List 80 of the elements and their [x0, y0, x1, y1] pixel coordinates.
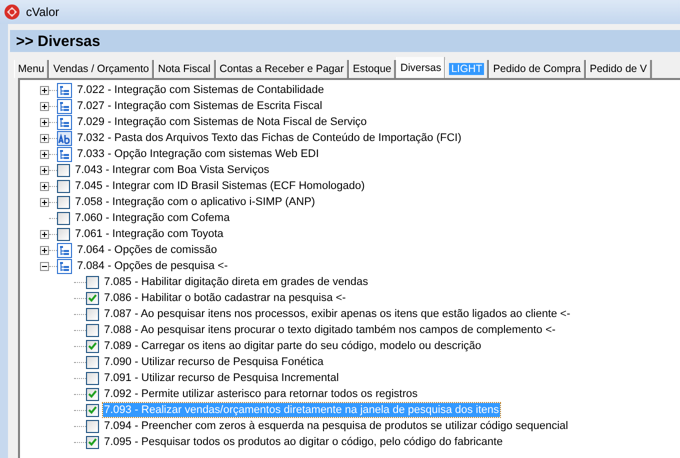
tree-list-icon: [57, 258, 72, 274]
tree-item[interactable]: 7.092 - Permite utilizar asterisco para retornar todos os registros: [103, 387, 419, 401]
tree-item[interactable]: 7.061 - Integração com Toyota: [74, 227, 224, 241]
checkbox[interactable]: [57, 212, 70, 224]
plus-icon: [41, 86, 48, 94]
plus-icon: [41, 150, 48, 158]
plus-icon: [41, 246, 48, 254]
plus-icon: [41, 134, 48, 142]
checkbox[interactable]: [86, 388, 99, 400]
plus-icon: [41, 230, 48, 238]
tree-item[interactable]: 7.027 - Integração com Sistemas de Escrita Fiscal: [76, 99, 324, 113]
expand-toggle[interactable]: [40, 86, 49, 94]
expand-toggle[interactable]: [40, 118, 49, 126]
tab[interactable]: Menu: [14, 60, 50, 78]
checkbox[interactable]: [86, 340, 99, 352]
tree-item[interactable]: 7.089 - Carregar os itens ao digitar parte do seu código, modelo ou descrição: [103, 339, 482, 353]
expand-toggle[interactable]: [40, 198, 49, 206]
tree-item[interactable]: 7.064 - Opções de comissão: [76, 243, 218, 257]
tree-item[interactable]: 7.084 - Opções de pesquisa <-: [76, 259, 229, 273]
checkbox[interactable]: [86, 404, 99, 416]
collapse-toggle[interactable]: [40, 262, 49, 270]
checkbox[interactable]: [86, 436, 99, 448]
expand-toggle[interactable]: [40, 102, 49, 110]
tree-item[interactable]: 7.091 - Utilizar recurso de Pesquisa Incremental: [103, 371, 340, 385]
plus-icon: [41, 182, 48, 190]
expand-toggle[interactable]: [40, 134, 49, 142]
tree-item[interactable]: 7.086 - Habilitar o botão cadastrar na pesquisa <-: [103, 291, 347, 305]
check-icon: [88, 342, 97, 350]
plus-icon: [41, 118, 48, 126]
check-icon: [88, 294, 97, 302]
checkbox[interactable]: [86, 324, 99, 336]
checkbox[interactable]: [86, 292, 99, 304]
tree-item[interactable]: 7.094 - Preencher com zeros à esquerda na pesquisa de produtos se utilizar código sequencial: [103, 419, 570, 433]
plus-icon: [41, 198, 48, 206]
window-title: cValor: [26, 5, 60, 19]
plus-icon: [41, 166, 48, 174]
tree-item[interactable]: 7.022 - Integração com Sistemas de Contabilidade: [76, 83, 326, 97]
tree-list-icon: [57, 242, 72, 258]
tree-item[interactable]: 7.032 - Pasta dos Arquivos Texto das Fichas de Conteúdo de Importação (FCI): [76, 131, 462, 145]
text-field-icon: [57, 130, 72, 146]
plus-icon: [41, 102, 48, 110]
check-icon: [88, 438, 97, 446]
tree-item[interactable]: 7.087 - Ao pesquisar itens nos processos, exibir apenas os itens que estão ligados ao cliente <-: [103, 307, 572, 321]
checkbox[interactable]: [57, 196, 70, 208]
tree-item[interactable]: 7.088 - Ao pesquisar itens procurar o texto digitado também nos campos de complemento <-: [103, 323, 557, 337]
checkbox[interactable]: [86, 420, 99, 432]
tab[interactable]: Pedido de V: [586, 60, 652, 78]
tree-list-icon: [57, 146, 72, 162]
section-header: >> Diversas: [10, 30, 680, 52]
tab[interactable]: Contas a Receber e Pagar: [216, 60, 349, 78]
tab[interactable]: Vendas / Orçamento: [49, 60, 154, 78]
tree-item[interactable]: 7.045 - Integrar com ID Brasil Sistemas (ECF Homologado): [74, 179, 366, 193]
tree-item[interactable]: 7.095 - Pesquisar todos os produtos ao digitar o código, pelo código do fabricante: [103, 435, 504, 449]
checkbox[interactable]: [57, 228, 70, 240]
expand-toggle[interactable]: [40, 182, 49, 190]
checkbox[interactable]: [57, 164, 70, 176]
tree-list-icon: [57, 82, 72, 98]
tree-item[interactable]: 7.043 - Integrar com Boa Vista Serviços: [74, 163, 270, 177]
tab[interactable]: Estoque: [348, 60, 396, 78]
tab[interactable]: Pedido de Compra: [489, 60, 586, 78]
checkbox[interactable]: [86, 372, 99, 384]
tree-item[interactable]: 7.033 - Opção Integração com sistemas Web EDI: [76, 147, 320, 161]
checkbox[interactable]: [86, 356, 99, 368]
expand-toggle[interactable]: [40, 150, 49, 158]
expand-toggle[interactable]: [40, 166, 49, 174]
tree-list-icon: [57, 114, 72, 130]
tree-item[interactable]: 7.085 - Habilitar digitação direta em grades de vendas: [103, 275, 370, 289]
tree-item[interactable]: 7.090 - Utilizar recurso de Pesquisa Fonética: [103, 355, 324, 369]
app-logo-icon: [4, 4, 20, 20]
tree-list-icon: [57, 98, 72, 114]
tab[interactable]: Nota Fiscal: [154, 60, 216, 78]
checkbox[interactable]: [57, 180, 70, 192]
expand-toggle[interactable]: [40, 230, 49, 238]
tree-item[interactable]: 7.060 - Integração com Cofema: [74, 211, 231, 225]
expand-toggle[interactable]: [40, 246, 49, 254]
tab[interactable]: Diversas: [396, 57, 446, 78]
tree-item[interactable]: 7.029 - Integração com Sistemas de Nota Fiscal de Serviço: [76, 115, 368, 129]
tree-item[interactable]: 7.058 - Integração com o aplicativo i-SIMP (ANP): [74, 195, 316, 209]
checkbox[interactable]: [86, 276, 99, 288]
checkbox[interactable]: [86, 308, 99, 320]
